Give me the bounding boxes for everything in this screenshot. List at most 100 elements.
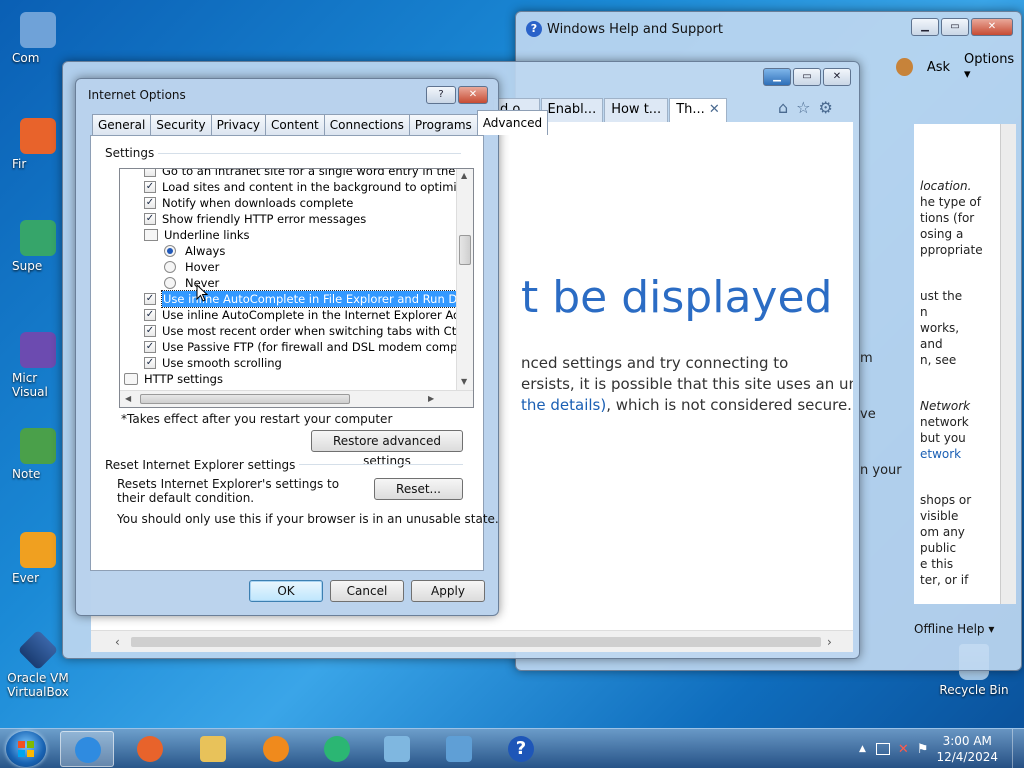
ie-maximize-button[interactable]: ▭ — [793, 68, 821, 86]
ie-close-button[interactable]: ✕ — [823, 68, 851, 86]
checkbox[interactable]: ✓ — [144, 197, 156, 209]
tab-content[interactable]: Content — [265, 114, 325, 135]
taskbar-explorer-button[interactable] — [186, 731, 240, 767]
tab-security[interactable]: Security — [150, 114, 212, 135]
settings-row-label: Hover — [185, 260, 220, 274]
settings-row-label: Use smooth scrolling — [162, 356, 282, 370]
network-icon[interactable] — [875, 743, 890, 755]
dialog-title: Internet Options — [88, 88, 186, 102]
settings-vscroll-thumb[interactable] — [459, 235, 471, 265]
ie-scroll-thumb[interactable] — [131, 637, 821, 647]
settings-row[interactable]: ✓ Use inline AutoComplete in the Internet… — [144, 307, 473, 323]
ask-icon — [896, 58, 913, 76]
settings-hscroll-thumb[interactable] — [140, 394, 350, 404]
scroll-down-icon[interactable]: ▼ — [461, 377, 467, 386]
volume-muted-icon[interactable]: ✕ — [898, 742, 909, 757]
scroll-up-icon[interactable]: ▲ — [461, 171, 467, 180]
radio-button[interactable] — [164, 245, 176, 257]
options-button[interactable]: Options ▾ — [964, 52, 1021, 82]
checkbox[interactable]: ✓ — [144, 341, 156, 353]
ie-tab[interactable]: How t... — [604, 98, 669, 122]
settings-row-label: Notify when downloads complete — [162, 196, 354, 210]
checkbox[interactable]: ✓ — [144, 309, 156, 321]
offline-help-button[interactable]: Offline Help ▾ — [914, 622, 994, 636]
settings-row[interactable]: Always — [164, 243, 225, 259]
restore-advanced-settings-button[interactable]: Restore advanced settings — [311, 430, 463, 468]
desktop-app-icon — [20, 12, 56, 48]
ok-button[interactable]: OK — [249, 580, 323, 602]
ie-tab[interactable]: Th... ✕ — [669, 98, 727, 122]
ie-horizontal-scrollbar[interactable]: ‹ › — [91, 630, 853, 652]
checkbox[interactable]: ✓ — [144, 325, 156, 337]
tab-programs[interactable]: Programs — [408, 114, 478, 135]
help-maximize-button[interactable]: ▭ — [941, 18, 969, 36]
ie-minimize-button[interactable]: ▁ — [763, 68, 791, 86]
home-icon[interactable]: ⌂ — [778, 98, 788, 117]
internet-options-dialog[interactable]: Internet Options ? ✕ General Security Priv… — [75, 78, 549, 616]
settings-row[interactable]: HTTP settings — [124, 371, 223, 387]
help-scrollbar[interactable] — [1000, 124, 1016, 604]
help-minimize-button[interactable]: ▁ — [911, 18, 939, 36]
dialog-help-button[interactable]: ? — [426, 86, 456, 104]
taskbar-media-player-button[interactable] — [249, 731, 303, 767]
reset-button[interactable]: Reset... — [374, 478, 463, 500]
dialog-close-button[interactable]: ✕ — [458, 86, 488, 104]
taskbar-browser-button[interactable] — [310, 731, 364, 767]
ask-button[interactable]: Ask — [927, 60, 950, 75]
checkbox[interactable] — [144, 169, 156, 177]
side-text-your: n your — [860, 463, 902, 478]
settings-row[interactable]: Underline links — [144, 227, 250, 243]
hscroll-left-icon[interactable]: ◀ — [125, 394, 131, 403]
checkbox[interactable]: ✓ — [144, 181, 156, 193]
start-button[interactable] — [6, 731, 46, 767]
taskbar-ie-button[interactable] — [60, 731, 114, 767]
hscroll-right-icon[interactable]: ▶ — [428, 394, 434, 403]
settings-vertical-scrollbar[interactable]: ▲ ▼ — [456, 169, 473, 391]
scroll-left-icon[interactable]: ‹ — [115, 635, 120, 649]
settings-gear-icon[interactable]: ⚙ — [819, 98, 833, 117]
desktop-app-icon — [20, 118, 56, 154]
settings-row[interactable]: Hover — [164, 259, 219, 275]
radio-button[interactable] — [164, 261, 176, 273]
settings-row[interactable]: ✓ Show friendly HTTP error messages — [144, 211, 366, 227]
ie-caption-buttons: ▁ ▭ ✕ — [763, 68, 851, 86]
radio-button[interactable] — [164, 277, 176, 289]
taskbar-install-button[interactable] — [370, 731, 424, 767]
settings-row[interactable]: ✓ Load sites and content in the backgroun… — [144, 179, 473, 195]
cancel-button[interactable]: Cancel — [330, 580, 404, 602]
settings-row[interactable]: Go to an intranet site for a single word… — [144, 169, 473, 179]
apply-button[interactable]: Apply — [411, 580, 485, 602]
folder-icon — [124, 373, 138, 385]
tab-general[interactable]: General — [92, 114, 152, 135]
checkbox[interactable]: ✓ — [144, 213, 156, 225]
settings-row-label: Use Passive FTP (for firewall and DSL mo… — [162, 340, 474, 354]
tab-connections[interactable]: Connections — [323, 114, 410, 135]
settings-row-label: Use inline AutoComplete in File Explorer… — [160, 290, 473, 308]
checkbox[interactable]: ✓ — [144, 357, 156, 369]
clock[interactable]: 3:00 AM 12/4/2024 — [936, 733, 998, 765]
settings-row[interactable]: ✓ Notify when downloads complete — [144, 195, 353, 211]
scroll-right-icon[interactable]: › — [827, 635, 832, 649]
settings-row[interactable]: Never — [164, 275, 219, 291]
close-tab-icon[interactable]: ✕ — [705, 102, 720, 117]
settings-horizontal-scrollbar[interactable]: ◀ ▶ — [120, 390, 473, 407]
settings-row[interactable]: ✓ Use smooth scrolling — [144, 355, 282, 371]
checkbox[interactable]: ✓ — [144, 293, 156, 305]
taskbar-control-panel-button[interactable] — [432, 731, 486, 767]
show-desktop-button[interactable] — [1012, 729, 1024, 768]
ie-tab[interactable]: Enabl... — [540, 98, 604, 122]
details-link[interactable]: the details) — [521, 396, 606, 414]
settings-row[interactable]: ✓ Use Passive FTP (for firewall and DSL m… — [144, 339, 474, 355]
desktop-icon[interactable]: Com — [2, 12, 74, 65]
help-close-button[interactable]: ✕ — [971, 18, 1013, 36]
settings-listbox[interactable]: Go to an intranet site for a single word… — [119, 168, 474, 408]
tab-privacy[interactable]: Privacy — [210, 114, 267, 135]
favorites-icon[interactable]: ☆ — [796, 98, 810, 117]
taskbar-help-button[interactable]: ? — [494, 731, 548, 767]
settings-row[interactable]: ✓ Use inline AutoComplete in File Explore… — [144, 290, 473, 308]
tab-advanced[interactable]: Advanced — [476, 110, 549, 135]
show-hidden-icons-icon[interactable]: ▲ — [859, 744, 866, 754]
taskbar-firefox-button[interactable] — [123, 731, 177, 767]
settings-row[interactable]: ✓ Use most recent order when switching ta… — [144, 323, 473, 339]
action-center-flag-icon[interactable]: ⚑ — [917, 742, 929, 757]
